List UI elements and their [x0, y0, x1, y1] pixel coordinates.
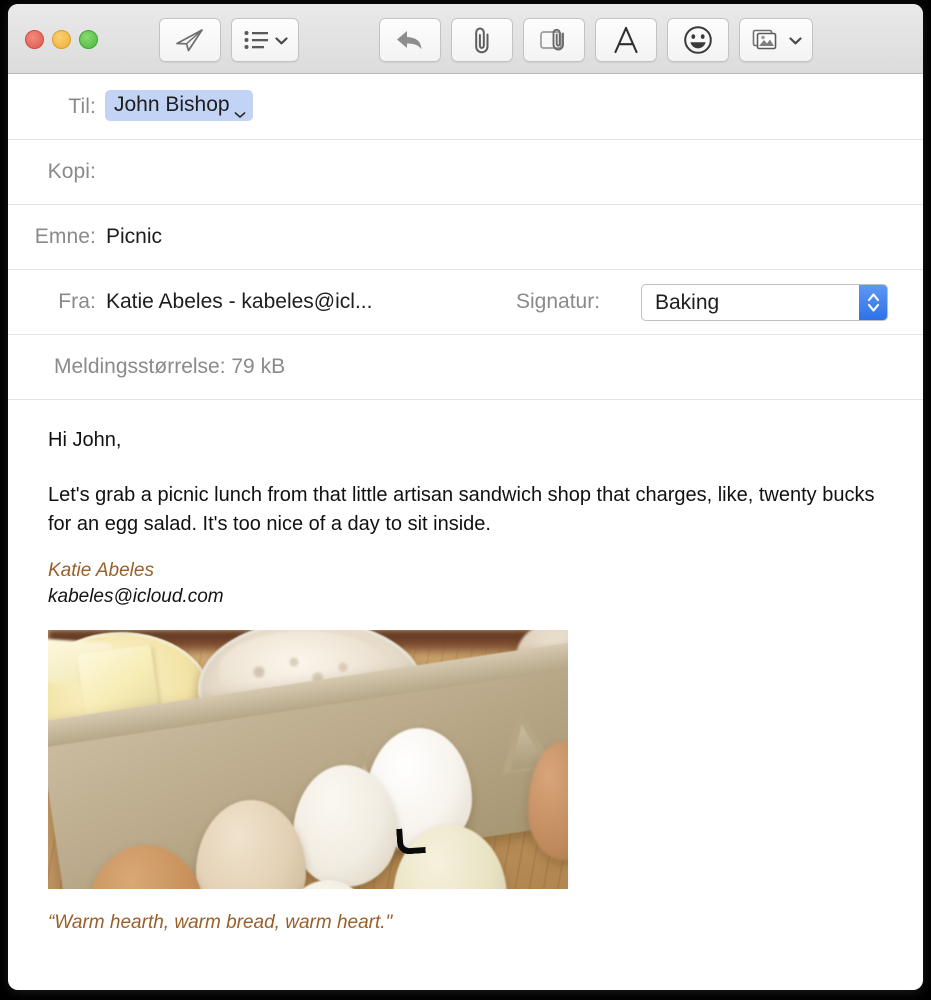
message-size-row: Meldingsstørrelse: 79 kB [8, 335, 923, 400]
signature-email: kabeles@icloud.com [48, 585, 224, 607]
window-controls [25, 30, 98, 49]
zoom-window-button[interactable] [79, 30, 98, 49]
to-field-label: Til: [68, 94, 96, 118]
carton-hook-detail [396, 827, 426, 856]
message-size-label: Meldingsstørrelse: 79 kB [54, 355, 286, 378]
format-text-a-icon [613, 26, 639, 54]
mail-compose-window: Til: John Bishop Kopi: Emne: Picnic Fra:… [8, 4, 923, 990]
photo-browser-button[interactable] [739, 18, 813, 62]
bulleted-list-icon [244, 30, 268, 50]
signature-name: Katie Abeles [48, 560, 154, 582]
subject-field-input[interactable]: Picnic [106, 225, 162, 249]
from-field-label: Fra: [58, 290, 96, 313]
send-button[interactable] [159, 18, 221, 62]
toolbar-group-actions [379, 18, 813, 62]
subject-field-label: Emne: [34, 225, 96, 248]
recipient-token-john-bishop[interactable]: John Bishop [105, 90, 253, 121]
signature-selected-value: Baking [655, 290, 720, 314]
cc-field-label: Kopi: [47, 160, 96, 183]
toolbar-group-send [159, 18, 299, 62]
message-body[interactable]: Hi John, Let's grab a picnic lunch from … [8, 400, 923, 934]
markup-attachment-button[interactable] [523, 18, 585, 62]
subject-field-row[interactable]: Emne: Picnic [8, 205, 923, 270]
signature-quote: “Warm hearth, warm bread, warm heart." [48, 912, 393, 934]
reply-button[interactable] [379, 18, 441, 62]
window-toolbar [8, 4, 923, 74]
message-greeting: Hi John, [48, 429, 122, 451]
smiley-face-icon [683, 25, 713, 55]
chevron-down-icon [789, 36, 802, 44]
from-account-popup[interactable]: Katie Abeles - kabeles@icl... [106, 290, 372, 314]
reply-arrow-icon [395, 28, 425, 52]
signature-label: Signatur: [516, 290, 601, 313]
paperclip-icon [471, 26, 493, 54]
paper-plane-icon [175, 27, 205, 53]
from-field-row[interactable]: Fra: Katie Abeles - kabeles@icl... Signa… [8, 270, 923, 335]
photo-browser-icon [752, 27, 782, 53]
message-paragraph: Let's grab a picnic lunch from that litt… [48, 484, 875, 535]
to-field-row[interactable]: Til: John Bishop [8, 74, 923, 140]
cc-field-row[interactable]: Kopi: [8, 140, 923, 205]
emoji-picker-button[interactable] [667, 18, 729, 62]
header-fields-button[interactable] [231, 18, 299, 62]
minimize-window-button[interactable] [52, 30, 71, 49]
signature-image[interactable] [48, 630, 568, 890]
chevron-down-icon[interactable] [234, 101, 246, 118]
signature-popup-button[interactable]: Baking [641, 284, 888, 321]
recipient-token-label: John Bishop [114, 93, 230, 116]
baking-photo-scene [48, 630, 568, 890]
close-window-button[interactable] [25, 30, 44, 49]
up-down-stepper-icon[interactable] [859, 285, 887, 320]
compose-header-fields: Til: John Bishop Kopi: Emne: Picnic Fra:… [8, 74, 923, 400]
attach-file-button[interactable] [451, 18, 513, 62]
attachment-markup-icon [539, 27, 569, 53]
show-format-bar-button[interactable] [595, 18, 657, 62]
chevron-down-icon [275, 36, 288, 44]
